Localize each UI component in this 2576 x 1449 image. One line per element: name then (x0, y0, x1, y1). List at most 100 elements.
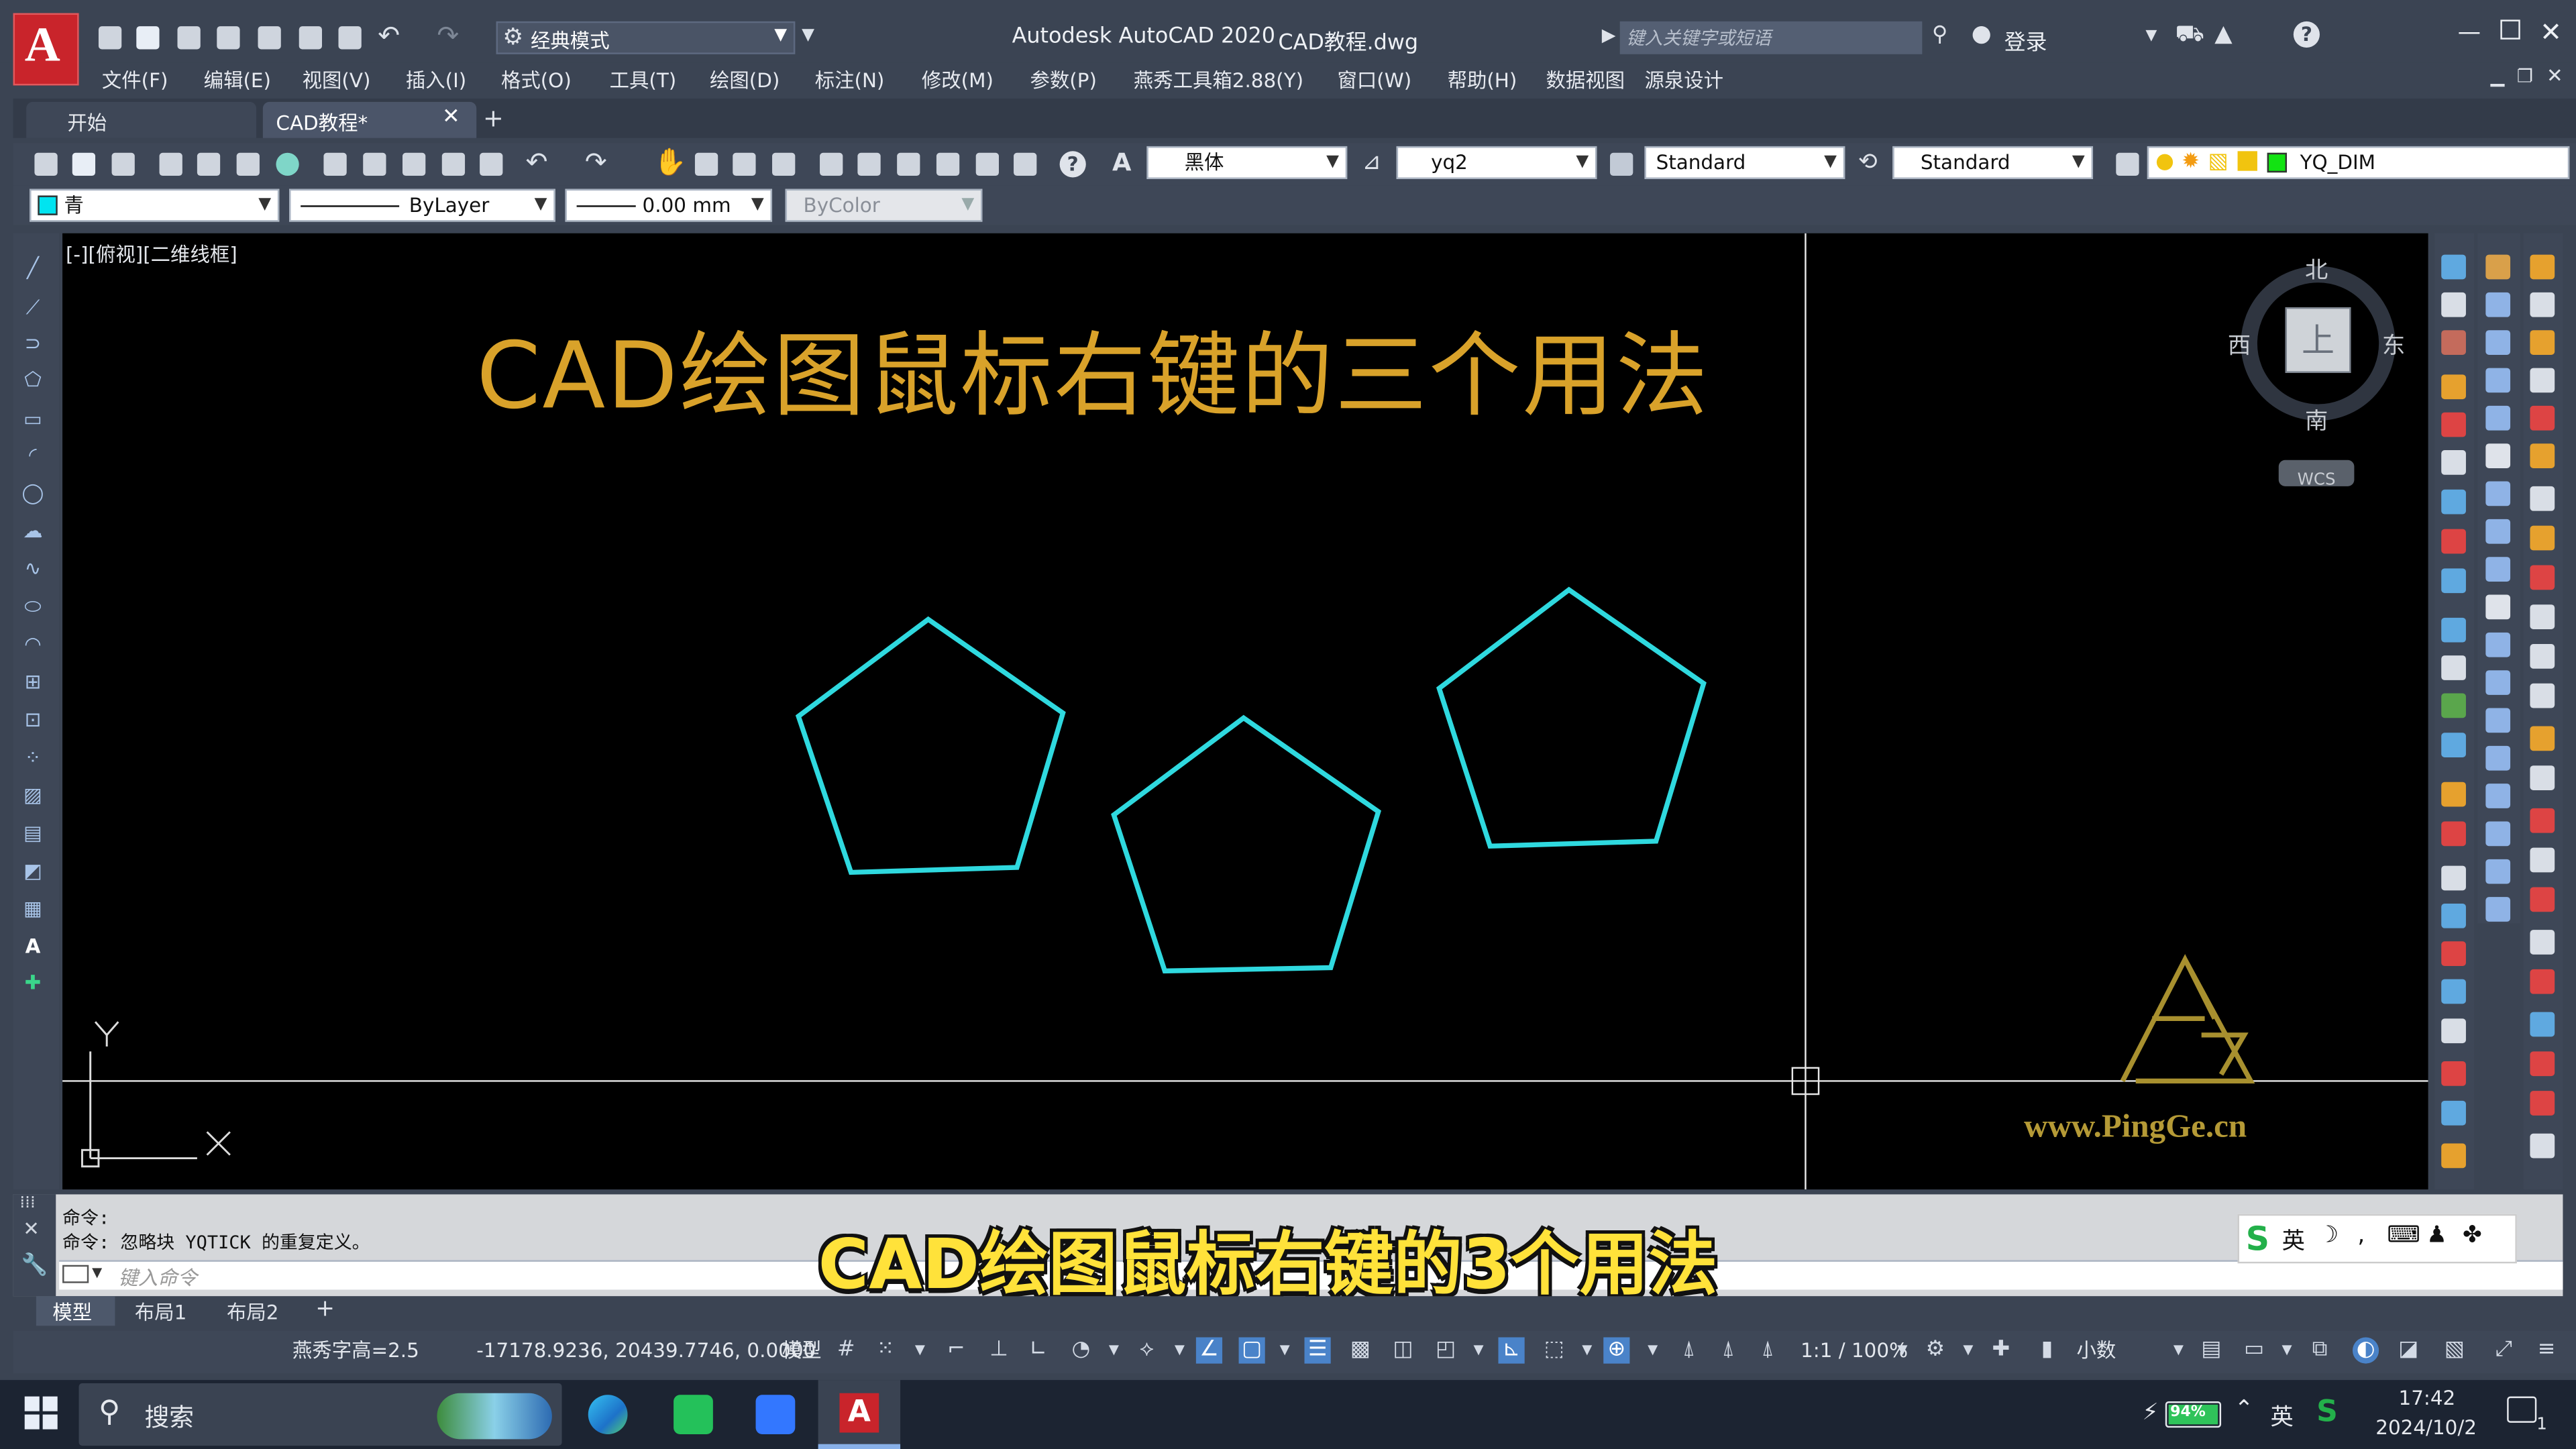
minimize-icon[interactable]: — (2458, 19, 2481, 46)
yq-tool-15-icon[interactable] (2441, 821, 2466, 847)
text-style-icon[interactable]: A (1112, 148, 1131, 177)
hatch-icon[interactable]: ▨ (19, 784, 46, 806)
match-props-icon[interactable] (441, 152, 466, 176)
tab-layout1[interactable]: 布局1 (135, 1298, 186, 1326)
publish-tool-icon[interactable] (236, 152, 260, 176)
menu-file[interactable]: 文件(F) (102, 66, 168, 94)
annotation-visibility-icon[interactable]: ⍋ (1676, 1337, 1702, 1363)
drawing-canvas[interactable]: [-][俯视][二维线框] CAD绘图鼠标右键的三个用法 www.PingGe.… (62, 233, 2428, 1190)
break-point-icon[interactable] (2485, 670, 2511, 695)
yq-tool-16-icon[interactable] (2441, 865, 2466, 891)
chamfer-icon[interactable] (2485, 784, 2511, 808)
make-block-icon[interactable]: ⊡ (19, 708, 46, 731)
dynamic-input-icon[interactable]: ⊥ (985, 1337, 1012, 1363)
selection-cycling-icon[interactable]: ◫ (1390, 1337, 1416, 1363)
scale-icon[interactable] (2485, 519, 2511, 544)
ortho-icon[interactable]: ∟ (1025, 1337, 1051, 1363)
zoom-window-icon[interactable] (733, 152, 756, 176)
yq-right-9-icon[interactable] (2530, 565, 2555, 590)
annotation-monitor-icon[interactable]: ✚ (1988, 1337, 2014, 1363)
auto-scale-icon[interactable]: ⍋ (1715, 1337, 1741, 1363)
menu-window[interactable]: 窗口(W) (1337, 66, 1411, 94)
pentagon-left[interactable] (795, 616, 1066, 875)
yq-right-11-icon[interactable] (2530, 644, 2555, 669)
undo-icon[interactable]: ↶ (378, 19, 400, 51)
help-tool-icon[interactable]: ? (1059, 151, 1086, 178)
isolate-objects-icon[interactable]: ⧉ (2306, 1337, 2332, 1363)
menu-edit[interactable]: 编辑(E) (204, 66, 271, 94)
pan-icon[interactable]: ✋ (654, 146, 687, 178)
yq-tool-11-icon[interactable] (2441, 655, 2466, 680)
menu-dimension[interactable]: 标注(N) (815, 66, 885, 94)
iso-dropdown-icon[interactable]: ▼ (1167, 1337, 1193, 1363)
gizmo-icon[interactable]: ⊕ (1603, 1337, 1630, 1364)
polar-dropdown-icon[interactable]: ▼ (1101, 1337, 1127, 1363)
autocad-logo-button[interactable]: A (13, 13, 79, 86)
circle-icon[interactable]: ◯ (19, 482, 46, 504)
clean-screen-yq-icon[interactable]: ◪ (2396, 1337, 2422, 1363)
redo-icon[interactable]: ↷ (437, 19, 459, 51)
annotation-scale-icon[interactable]: ⍋ (1755, 1337, 1781, 1363)
menu-yuanquan[interactable]: 源泉设计 (1644, 66, 1723, 94)
viewcube[interactable]: 上 北 南 西 东 (2228, 258, 2405, 435)
hardware-accel-icon[interactable]: ◐ (2352, 1337, 2379, 1364)
block-editor-icon[interactable] (480, 152, 503, 176)
a360-icon[interactable]: ▲ (2214, 21, 2232, 48)
compass-west[interactable]: 西 (2228, 329, 2251, 362)
3d-osnap-icon[interactable]: ◰ (1433, 1337, 1459, 1363)
binoculars-icon[interactable]: ⚲ (1932, 23, 1947, 48)
break-icon[interactable] (2485, 708, 2511, 733)
close-icon[interactable]: ✕ (2540, 16, 2562, 48)
layer-dropdown[interactable]: ● ✹ ▧ YQ_DIM (2147, 146, 2570, 179)
3d-dwf-icon[interactable] (276, 152, 299, 176)
customize-qat-icon[interactable]: ▼ (802, 26, 814, 44)
sheet-set-icon[interactable] (936, 152, 960, 176)
undo-tool-icon[interactable]: ↶ (526, 146, 548, 178)
menu-insert[interactable]: 插入(I) (406, 66, 466, 94)
clock-date[interactable]: 2024/10/2 (2375, 1416, 2477, 1439)
doc-minimize-icon[interactable]: ▁ (2491, 66, 2505, 87)
model-space-toggle[interactable]: 模型 (782, 1337, 822, 1363)
3d-osnap-dropdown-icon[interactable]: ▼ (1466, 1337, 1492, 1363)
yq-right-18-icon[interactable] (2530, 930, 2555, 955)
dim-style-dropdown[interactable]: yq2 ▼ (1396, 146, 1597, 179)
polygon-icon[interactable]: ⬠ (19, 368, 46, 391)
publish-icon[interactable] (258, 26, 281, 50)
lineweight-toggle-icon[interactable]: ☰ (1304, 1337, 1331, 1364)
plot-icon[interactable] (338, 26, 362, 50)
stretch-icon[interactable] (2485, 557, 2511, 582)
mirror-icon[interactable] (2485, 330, 2511, 355)
blend-icon[interactable] (2485, 859, 2511, 884)
taskbar-search-box[interactable]: ⚲ 搜索 (78, 1383, 562, 1446)
edge-icon[interactable] (588, 1395, 628, 1434)
design-center-icon[interactable] (857, 152, 881, 176)
ime-toolbar[interactable]: S 英 ☽ , ⌨ ♟ ✤ (2237, 1214, 2517, 1264)
yq-tool-10-icon[interactable] (2441, 617, 2466, 643)
join-icon[interactable] (2485, 745, 2511, 771)
windows-start-icon[interactable] (24, 1396, 58, 1430)
properties-icon[interactable] (820, 152, 843, 176)
pentagon-middle[interactable] (1111, 714, 1382, 974)
units-icon[interactable]: ▮ (2034, 1337, 2060, 1363)
yq-tool-5-icon[interactable] (2441, 412, 2466, 437)
offset-icon[interactable] (2485, 368, 2511, 393)
yq-tool-21-icon[interactable] (2441, 1061, 2466, 1086)
notification-icon[interactable] (2507, 1396, 2537, 1423)
yq-tool-1-icon[interactable] (2441, 254, 2466, 280)
doc-restore-icon[interactable]: ❐ (2517, 66, 2533, 87)
zoom-realtime-icon[interactable] (694, 152, 718, 176)
yq-tool-22-icon[interactable] (2441, 1100, 2466, 1126)
export-icon[interactable] (299, 26, 323, 50)
color-dropdown[interactable]: 青 ▼ (30, 189, 280, 222)
move-icon[interactable] (2485, 443, 2511, 468)
calculator-icon[interactable] (1014, 152, 1037, 176)
yq-right-17-icon[interactable] (2530, 887, 2555, 912)
units-dropdown-icon[interactable]: ▼ (2165, 1337, 2192, 1363)
show-hidden-icons[interactable]: ⌃ (2235, 1397, 2254, 1423)
mtext-icon[interactable]: A (19, 934, 46, 957)
yq-status-icon[interactable]: ▧ (2441, 1337, 2467, 1363)
cart-icon[interactable]: ⛟ (2175, 21, 2204, 51)
yq-right-5-icon[interactable] (2530, 405, 2555, 431)
yq-right-13-icon[interactable] (2530, 726, 2555, 751)
save-as-icon[interactable] (217, 26, 240, 50)
